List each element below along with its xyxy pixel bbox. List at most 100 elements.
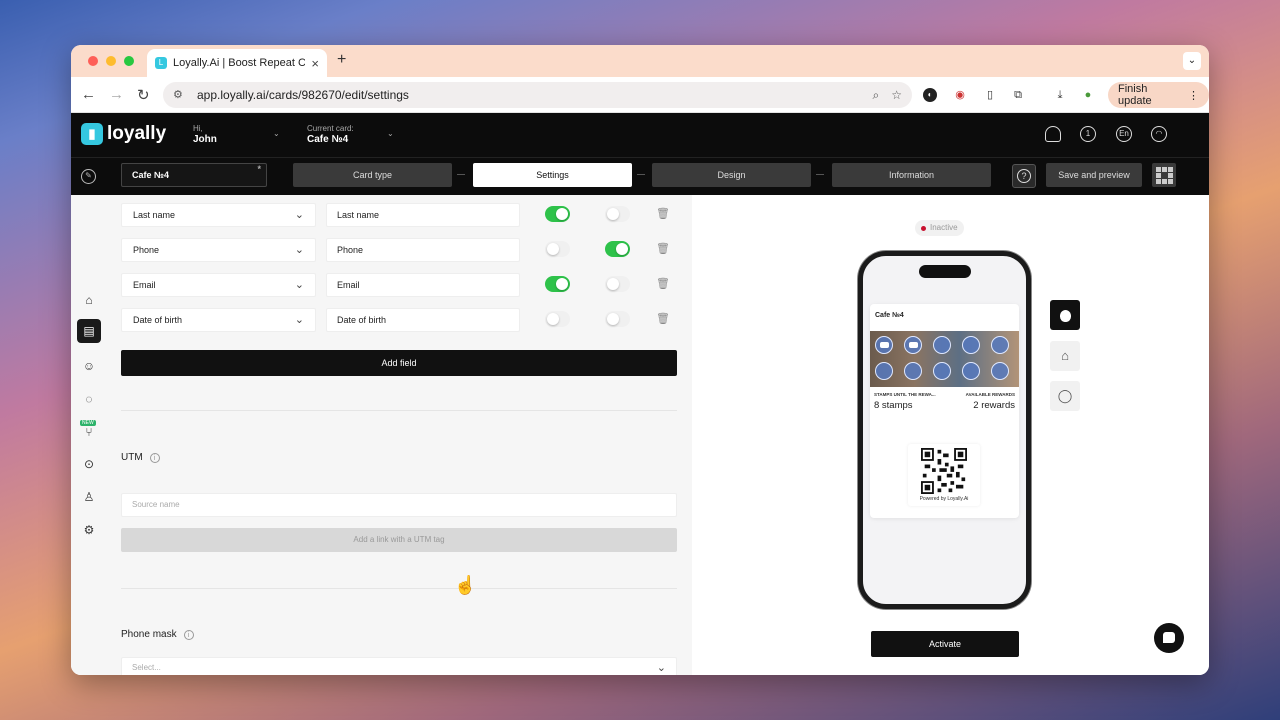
browser-window: L Loyally.Ai | Boost Repeat Cus × + ⌄ ← … <box>71 45 1209 675</box>
tab-design[interactable]: Design <box>652 163 811 187</box>
zoom-icon[interactable]: ⌕ <box>873 88 880 103</box>
trash-icon[interactable]: 🗑 <box>656 277 670 290</box>
info-icon[interactable]: 1 <box>1080 126 1096 142</box>
extension-2-icon[interactable]: ◉ <box>951 86 969 104</box>
stamp-strip <box>870 331 1019 387</box>
site-settings-icon[interactable]: ⚙ <box>173 88 187 102</box>
phone-mask-title: Phone mask <box>121 629 177 640</box>
field-label-input[interactable]: Last name <box>326 203 520 227</box>
field-visible-toggle[interactable] <box>545 276 570 292</box>
tab-search-chevron-icon[interactable]: ⌄ <box>1183 52 1201 70</box>
trash-icon[interactable]: 🗑 <box>656 312 670 325</box>
account-icon[interactable]: ◠ <box>1151 126 1167 142</box>
phone-mockup: Cafe №4 STAMPS UNTIL THE REWA... 8 stamp… <box>858 251 1031 609</box>
close-tab-icon[interactable]: × <box>311 56 319 71</box>
finish-update-label: Finish update <box>1118 83 1152 107</box>
field-type-select[interactable]: Date of birth ⌄ <box>121 308 316 332</box>
info-icon[interactable]: i <box>149 452 160 463</box>
new-tab-icon[interactable]: + <box>337 51 346 69</box>
minimize-window-button[interactable] <box>106 56 116 66</box>
field-visible-toggle[interactable] <box>545 311 570 327</box>
chat-icon[interactable]: ◌ <box>81 391 97 407</box>
logo[interactable]: ▮ loyally <box>81 123 166 145</box>
wallet-card-name: Cafe №4 <box>875 312 904 319</box>
field-required-toggle[interactable] <box>605 276 630 292</box>
info-icon[interactable]: i <box>183 629 194 640</box>
stamps-value: 8 stamps <box>874 400 913 411</box>
extension-3-icon[interactable]: ▯ <box>981 86 999 104</box>
cards-icon[interactable]: ▤ <box>77 319 101 343</box>
extension-1-icon[interactable]: ◐ <box>923 88 937 102</box>
user-menu[interactable]: Hi, John <box>193 123 217 145</box>
wallet-card: Cafe №4 STAMPS UNTIL THE REWA... 8 stamp… <box>870 304 1019 518</box>
finish-update-button[interactable]: Finish update ⋮ <box>1108 82 1209 108</box>
location-pin-icon[interactable]: ⊙ <box>81 456 97 472</box>
field-label-input[interactable]: Date of birth <box>326 308 520 332</box>
trash-icon[interactable]: 🗑 <box>656 207 670 220</box>
field-label-input[interactable]: Email <box>326 273 520 297</box>
stamp <box>875 336 893 354</box>
step-separator <box>637 174 645 175</box>
qr-code-button[interactable] <box>1152 163 1176 187</box>
clients-icon[interactable]: ☺ <box>81 358 97 374</box>
manager-icon[interactable]: ♙ <box>81 489 97 505</box>
card-chevron-down-icon[interactable]: ⌄ <box>387 129 394 138</box>
powered-by: Powered by Loyally.Ai <box>919 496 969 502</box>
bookmark-star-icon[interactable]: ☆ <box>891 88 902 102</box>
integrations-icon[interactable]: ⑂ <box>81 424 97 440</box>
home-icon[interactable]: ⌂ <box>81 292 97 308</box>
chevron-down-icon: ⌄ <box>294 244 304 256</box>
field-visible-toggle[interactable] <box>545 241 570 257</box>
add-utm-link-button[interactable]: Add a link with a UTM tag <box>121 528 677 552</box>
current-card-selector[interactable]: Current card: Cafe №4 <box>307 123 354 145</box>
tab-information[interactable]: Information <box>832 163 991 187</box>
stamp <box>904 336 922 354</box>
bell-icon[interactable] <box>1045 126 1061 142</box>
pencil-icon[interactable]: ✎ <box>81 169 96 184</box>
message-platform-button[interactable]: ◯ <box>1050 381 1080 411</box>
field-required-toggle[interactable] <box>605 206 630 222</box>
field-required-toggle[interactable] <box>605 311 630 327</box>
divider <box>121 410 677 411</box>
support-chat-button[interactable] <box>1154 623 1184 653</box>
extensions-puzzle-icon[interactable]: ⧉ <box>1009 86 1027 104</box>
card-name-field[interactable]: Cafe №4 * <box>121 163 267 187</box>
help-button[interactable]: ? <box>1012 164 1036 188</box>
maximize-window-button[interactable] <box>124 56 134 66</box>
app: ▮ loyally Hi, John ⌄ Current card: Cafe … <box>71 113 1209 675</box>
status-dot-icon <box>921 225 926 231</box>
source-name-input[interactable]: Source name <box>121 493 677 517</box>
field-label-input[interactable]: Phone <box>326 238 520 262</box>
field-type-select[interactable]: Email ⌄ <box>121 273 316 297</box>
field-required-toggle[interactable] <box>605 241 630 257</box>
step-bar: ✎ Cafe №4 * Card type Settings Design In… <box>71 157 1209 195</box>
field-type-select[interactable]: Phone ⌄ <box>121 238 316 262</box>
profile-avatar-icon[interactable]: ● <box>1079 86 1097 104</box>
message-icon: ◯ <box>1057 388 1073 403</box>
browser-tab[interactable]: L Loyally.Ai | Boost Repeat Cus × <box>147 49 327 77</box>
close-window-button[interactable] <box>88 56 98 66</box>
forward-arrow-icon[interactable]: → <box>109 86 124 103</box>
trash-icon[interactable]: 🗑 <box>656 242 670 255</box>
apple-platform-button[interactable] <box>1050 300 1080 330</box>
field-type-value: Date of birth <box>133 315 183 325</box>
field-type-select[interactable]: Last name ⌄ <box>121 203 316 227</box>
activate-button[interactable]: Activate <box>871 631 1019 657</box>
field-visible-toggle[interactable] <box>545 206 570 222</box>
settings-gear-icon[interactable]: ⚙ <box>81 522 97 538</box>
android-platform-button[interactable]: ⌂ <box>1050 341 1080 371</box>
tab-settings[interactable]: Settings <box>473 163 632 187</box>
back-arrow-icon[interactable]: ← <box>81 86 96 103</box>
add-field-button[interactable]: Add field <box>121 350 677 376</box>
download-icon[interactable]: ⤓ <box>1051 86 1069 104</box>
address-bar[interactable]: ⚙ app.loyally.ai/cards/982670/edit/setti… <box>163 82 912 108</box>
tab-title: Loyally.Ai | Boost Repeat Cus <box>173 57 306 69</box>
reload-icon[interactable]: ↻ <box>137 86 150 104</box>
phone-mask-select[interactable]: Select... ⌄ <box>121 657 677 675</box>
chevron-down-icon: ⌄ <box>294 279 304 291</box>
user-chevron-down-icon[interactable]: ⌄ <box>273 129 280 138</box>
qr-code-icon <box>921 448 967 494</box>
save-and-preview-button[interactable]: Save and preview <box>1046 163 1142 187</box>
tab-card-type[interactable]: Card type <box>293 163 452 187</box>
language-switch[interactable]: En <box>1116 126 1132 142</box>
